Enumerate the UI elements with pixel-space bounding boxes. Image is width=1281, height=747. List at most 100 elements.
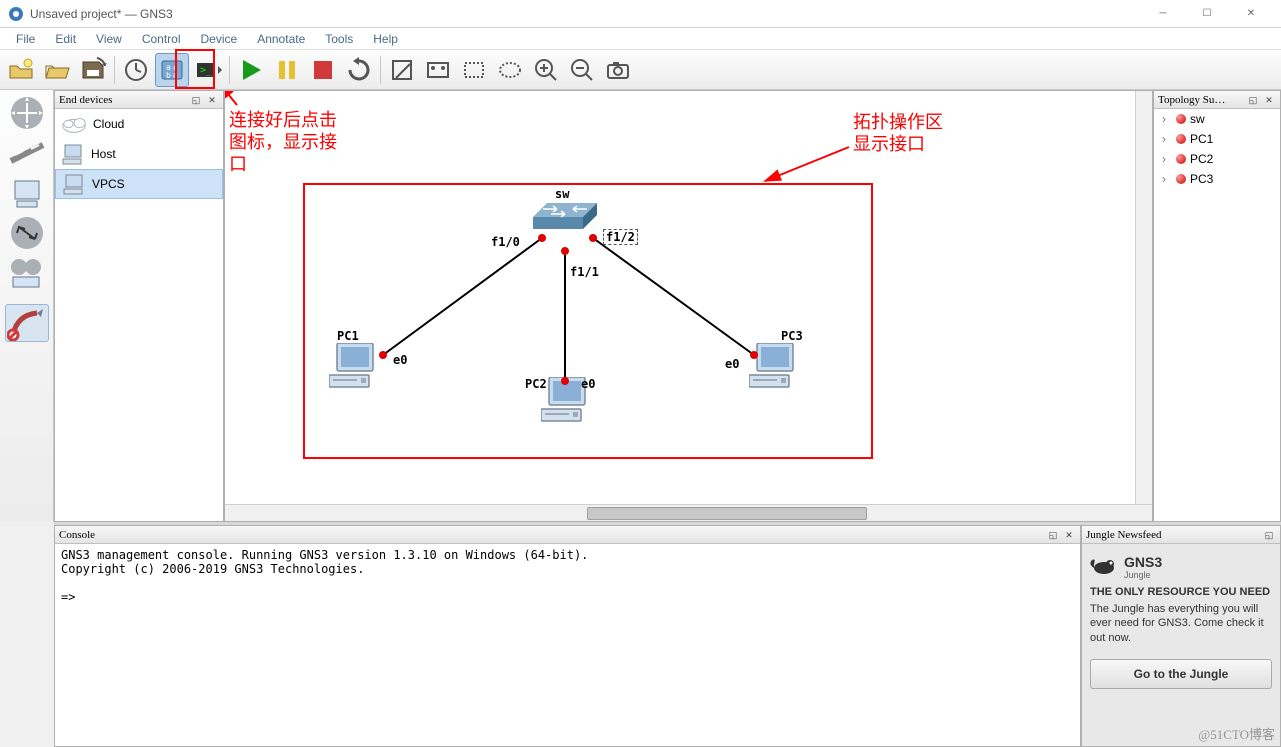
console-header: Console ◱ ✕ xyxy=(55,526,1080,544)
port-label-pc1-e0: e0 xyxy=(393,353,407,367)
add-link-button[interactable] xyxy=(5,304,49,342)
node-pc1[interactable] xyxy=(329,343,381,389)
workspace-scrollbar-vertical[interactable] xyxy=(1135,91,1152,504)
node-pc3-label: PC3 xyxy=(781,329,803,343)
tree-item-pc3[interactable]: ›PC3 xyxy=(1154,169,1280,189)
end-devices-header: End devices ◱ ✕ xyxy=(55,91,223,109)
menu-edit[interactable]: Edit xyxy=(45,30,86,48)
new-project-button[interactable] xyxy=(4,53,38,87)
show-labels-button[interactable] xyxy=(155,53,189,87)
panel-float-button[interactable]: ◱ xyxy=(1262,529,1276,541)
device-label: Host xyxy=(91,147,116,161)
status-dot-icon xyxy=(1176,134,1186,144)
zoom-in-button[interactable] xyxy=(529,53,563,87)
newsfeed-body: GNS3 Jungle THE ONLY RESOURCE YOU NEED T… xyxy=(1082,544,1280,746)
menu-view[interactable]: View xyxy=(86,30,132,48)
draw-rectangle-button[interactable] xyxy=(457,53,491,87)
tree-item-label: PC3 xyxy=(1190,172,1213,186)
link-endpoint-dot xyxy=(538,234,546,242)
port-label-f12: f1/2 xyxy=(603,229,638,245)
end-devices-panel: End devices ◱ ✕ Cloud Host VPCS xyxy=(54,90,224,522)
close-button[interactable]: ✕ xyxy=(1229,0,1273,28)
all-devices-button[interactable] xyxy=(5,254,49,292)
tree-item-label: sw xyxy=(1190,112,1205,126)
port-label-pc3-e0: e0 xyxy=(725,357,739,371)
device-host[interactable]: Host xyxy=(55,139,223,169)
port-label-pc2-e0: e0 xyxy=(581,377,595,391)
panel-float-button[interactable]: ◱ xyxy=(1246,94,1260,106)
toolbar-separator xyxy=(114,56,115,84)
newsfeed-panel: Jungle Newsfeed ◱ GNS3 Jungle THE ONLY R… xyxy=(1081,525,1281,747)
draw-ellipse-button[interactable] xyxy=(493,53,527,87)
menu-help[interactable]: Help xyxy=(363,30,408,48)
status-dot-icon xyxy=(1176,114,1186,124)
go-to-jungle-button[interactable]: Go to the Jungle xyxy=(1090,659,1272,689)
link-endpoint-dot xyxy=(589,234,597,242)
add-note-button[interactable] xyxy=(385,53,419,87)
end-devices-button[interactable] xyxy=(5,174,49,212)
newsfeed-text: The Jungle has everything you will ever … xyxy=(1090,602,1272,645)
panel-float-button[interactable]: ◱ xyxy=(189,94,203,106)
tree-item-pc1[interactable]: ›PC1 xyxy=(1154,129,1280,149)
workspace-panel: 连接好后点击 图标，显示接 口 拓扑操作区 显示接口 xyxy=(224,90,1153,522)
snapshot-button[interactable] xyxy=(119,53,153,87)
tree-item-label: PC1 xyxy=(1190,132,1213,146)
topology-summary-panel: Topology Su… ◱ ✕ ›sw ›PC1 ›PC2 ›PC3 xyxy=(1153,90,1281,522)
panel-close-button[interactable]: ✕ xyxy=(1262,94,1276,106)
port-label-f11: f1/1 xyxy=(570,265,599,279)
insert-image-button[interactable] xyxy=(421,53,455,87)
maximize-button[interactable]: ☐ xyxy=(1185,0,1229,28)
menu-device[interactable]: Device xyxy=(191,30,248,48)
node-sw[interactable] xyxy=(533,203,597,229)
main-toolbar xyxy=(0,50,1281,90)
panel-close-button[interactable]: ✕ xyxy=(1062,529,1076,541)
tree-item-label: PC2 xyxy=(1190,152,1213,166)
minimize-button[interactable]: ─ xyxy=(1141,0,1185,28)
device-vpcs[interactable]: VPCS xyxy=(55,169,223,199)
gns3-jungle-logo-icon xyxy=(1090,556,1118,578)
panel-title: Topology Su… xyxy=(1158,94,1225,106)
toolbar-separator xyxy=(380,56,381,84)
status-dot-icon xyxy=(1176,154,1186,164)
menu-file[interactable]: File xyxy=(6,30,45,48)
console-panel: Console ◱ ✕ GNS3 management console. Run… xyxy=(54,525,1081,747)
topology-canvas[interactable]: 连接好后点击 图标，显示接 口 拓扑操作区 显示接口 xyxy=(225,91,1135,504)
console-all-button[interactable] xyxy=(191,53,225,87)
panel-float-button[interactable]: ◱ xyxy=(1046,529,1060,541)
security-devices-button[interactable] xyxy=(5,214,49,252)
window-title: Unsaved project* — GNS3 xyxy=(30,7,1141,21)
stop-all-button[interactable] xyxy=(306,53,340,87)
link-endpoint-dot xyxy=(561,377,569,385)
menu-control[interactable]: Control xyxy=(132,30,191,48)
open-project-button[interactable] xyxy=(40,53,74,87)
start-all-button[interactable] xyxy=(234,53,268,87)
panel-title: Jungle Newsfeed xyxy=(1086,529,1161,541)
node-sw-label: sw xyxy=(555,187,569,201)
screenshot-button[interactable] xyxy=(601,53,635,87)
tree-item-pc2[interactable]: ›PC2 xyxy=(1154,149,1280,169)
main-area: End devices ◱ ✕ Cloud Host VPCS 连接好后点击 图… xyxy=(0,90,1281,522)
routers-button[interactable] xyxy=(5,94,49,132)
annotation-text-left: 连接好后点击 图标，显示接 口 xyxy=(229,109,337,175)
workspace-scrollbar-horizontal[interactable] xyxy=(225,504,1152,521)
panel-close-button[interactable]: ✕ xyxy=(205,94,219,106)
pause-all-button[interactable] xyxy=(270,53,304,87)
zoom-out-button[interactable] xyxy=(565,53,599,87)
link-endpoint-dot xyxy=(561,247,569,255)
toolbar-separator xyxy=(229,56,230,84)
panel-title: End devices xyxy=(59,94,112,106)
console-output[interactable]: GNS3 management console. Running GNS3 ve… xyxy=(55,544,1080,746)
device-label: Cloud xyxy=(93,117,124,131)
reload-all-button[interactable] xyxy=(342,53,376,87)
menu-annotate[interactable]: Annotate xyxy=(247,30,315,48)
menu-tools[interactable]: Tools xyxy=(315,30,363,48)
node-pc3[interactable] xyxy=(749,343,801,389)
switches-button[interactable] xyxy=(5,134,49,172)
device-cloud[interactable]: Cloud xyxy=(55,109,223,139)
newsfeed-headline: THE ONLY RESOURCE YOU NEED xyxy=(1090,586,1272,598)
status-dot-icon xyxy=(1176,174,1186,184)
tree-item-sw[interactable]: ›sw xyxy=(1154,109,1280,129)
save-project-button[interactable] xyxy=(76,53,110,87)
link-endpoint-dot xyxy=(379,351,387,359)
bottom-dock: Console ◱ ✕ GNS3 management console. Run… xyxy=(54,522,1281,747)
